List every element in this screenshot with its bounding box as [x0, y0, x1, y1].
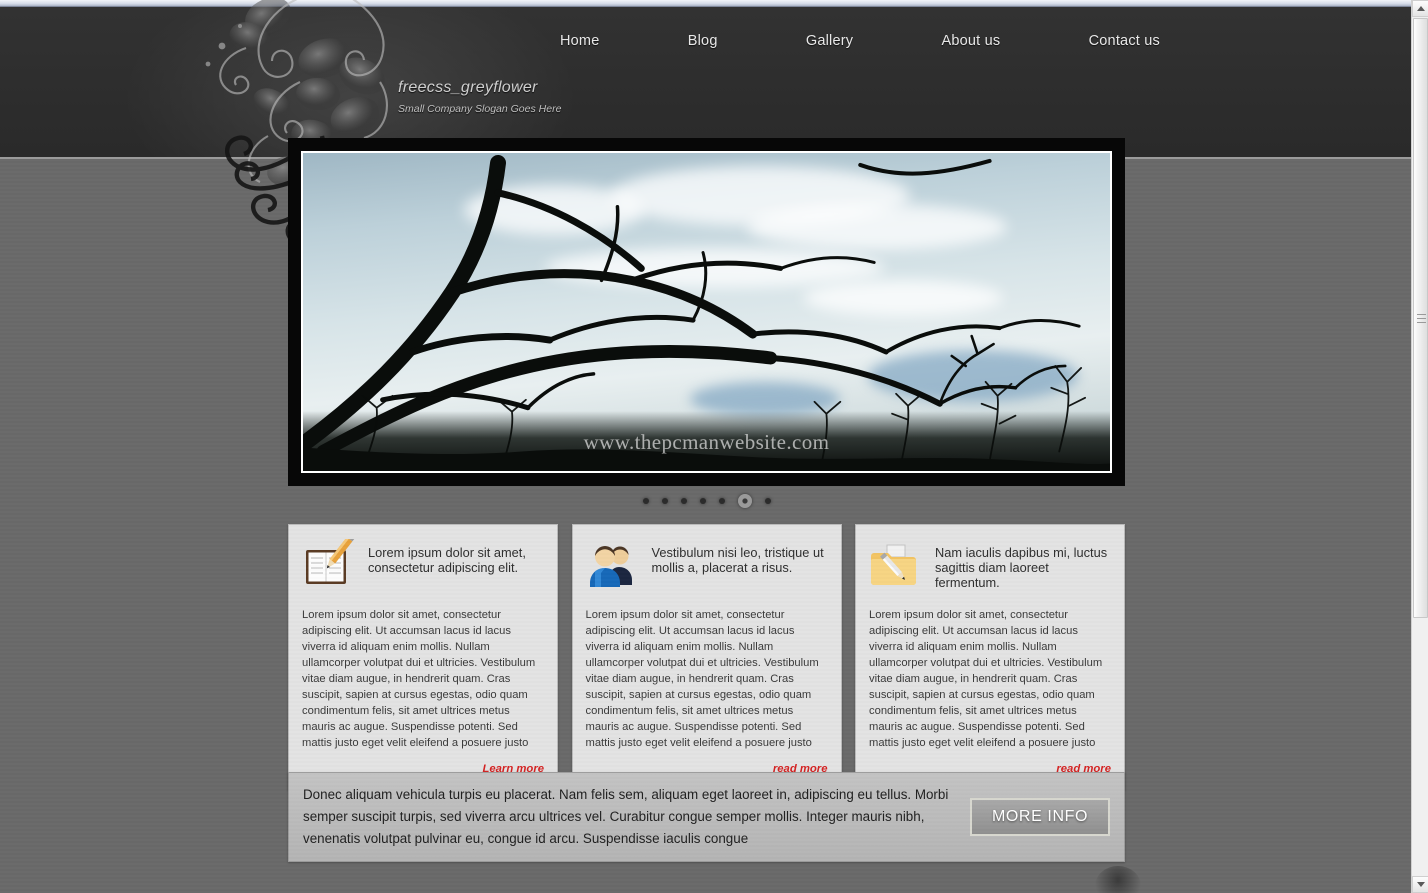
site-branding[interactable]: freecss_greyflower Small Company Slogan …	[398, 79, 561, 115]
nav-item-blog[interactable]: Blog	[688, 33, 718, 49]
slider-dot-1[interactable]	[642, 498, 649, 504]
promo-banner: Donec aliquam vehicula turpis eu placera…	[288, 772, 1125, 862]
slider-dot-5[interactable]	[718, 498, 725, 504]
nav-item-gallery[interactable]: Gallery	[806, 33, 853, 49]
scrollbar-grip-icon	[1417, 314, 1426, 323]
card-body: Lorem ipsum dolor sit amet, consectetur …	[302, 609, 536, 750]
chevron-down-icon	[1416, 882, 1425, 887]
site-header: Home Blog Gallery About us Contact us fr…	[0, 7, 1411, 159]
slider-pagination	[288, 494, 1125, 508]
slider-dot-4[interactable]	[699, 498, 706, 504]
feature-card-2: Vestibulum nisi leo, tristique ut mollis…	[571, 524, 842, 791]
scrollbar-thumb[interactable]	[1413, 18, 1428, 618]
two-people-icon	[586, 539, 640, 591]
footer-ornament	[1095, 866, 1141, 893]
hero-slide: www.thepcmanwebsite.com	[301, 151, 1112, 473]
photo-watermark: www.thepcmanwebsite.com	[583, 430, 830, 454]
brand-slogan: Small Company Slogan Goes Here	[398, 103, 562, 115]
card-header: Nam iaculis dapibus mi, luctus sagittis …	[869, 539, 1111, 595]
slider-dot-2[interactable]	[661, 498, 668, 504]
chevron-up-icon	[1416, 6, 1425, 11]
card-body: Lorem ipsum dolor sit amet, consectetur …	[869, 609, 1103, 750]
brand-name: freecss_greyflower	[398, 79, 538, 96]
card-title: Nam iaculis dapibus mi, luctus sagittis …	[935, 545, 1108, 591]
notepad-pencil-icon	[302, 533, 356, 591]
nav-item-about-us[interactable]: About us	[942, 33, 1001, 49]
browser-page: Home Blog Gallery About us Contact us fr…	[0, 0, 1428, 893]
hero-slider[interactable]: www.thepcmanwebsite.com	[288, 138, 1125, 486]
folder-pencil-icon	[869, 539, 923, 591]
slider-dot-7[interactable]	[764, 498, 771, 504]
scroll-down-button[interactable]	[1412, 876, 1428, 893]
browser-chrome-strip	[0, 0, 1412, 7]
card-header: Lorem ipsum dolor sit amet, consectetur …	[302, 533, 544, 595]
vertical-scrollbar[interactable]	[1411, 0, 1428, 893]
main-navigation: Home Blog Gallery About us Contact us	[560, 33, 1160, 49]
tree-branches-silhouette	[303, 154, 1110, 471]
card-body: Lorem ipsum dolor sit amet, consectetur …	[585, 609, 819, 750]
nav-item-contact-us[interactable]: Contact us	[1089, 33, 1160, 49]
feature-card-3: Nam iaculis dapibus mi, luctus sagittis …	[855, 524, 1125, 791]
card-title: Vestibulum nisi leo, tristique ut mollis…	[651, 545, 824, 576]
scroll-up-button[interactable]	[1412, 0, 1428, 17]
hero-photo: www.thepcmanwebsite.com	[303, 153, 1110, 471]
card-header: Vestibulum nisi leo, tristique ut mollis…	[586, 539, 828, 595]
slider-dot-6-active[interactable]	[737, 494, 752, 508]
feature-card-1: Lorem ipsum dolor sit amet, consectetur …	[288, 524, 558, 791]
feature-cards: Lorem ipsum dolor sit amet, consectetur …	[288, 524, 1125, 791]
more-info-button[interactable]: MORE INFO	[970, 798, 1110, 836]
slider-dot-3[interactable]	[680, 498, 687, 504]
card-title: Lorem ipsum dolor sit amet, consectetur …	[368, 545, 526, 576]
nav-item-home[interactable]: Home	[560, 33, 599, 49]
promo-text: Donec aliquam vehicula turpis eu placera…	[303, 787, 949, 846]
